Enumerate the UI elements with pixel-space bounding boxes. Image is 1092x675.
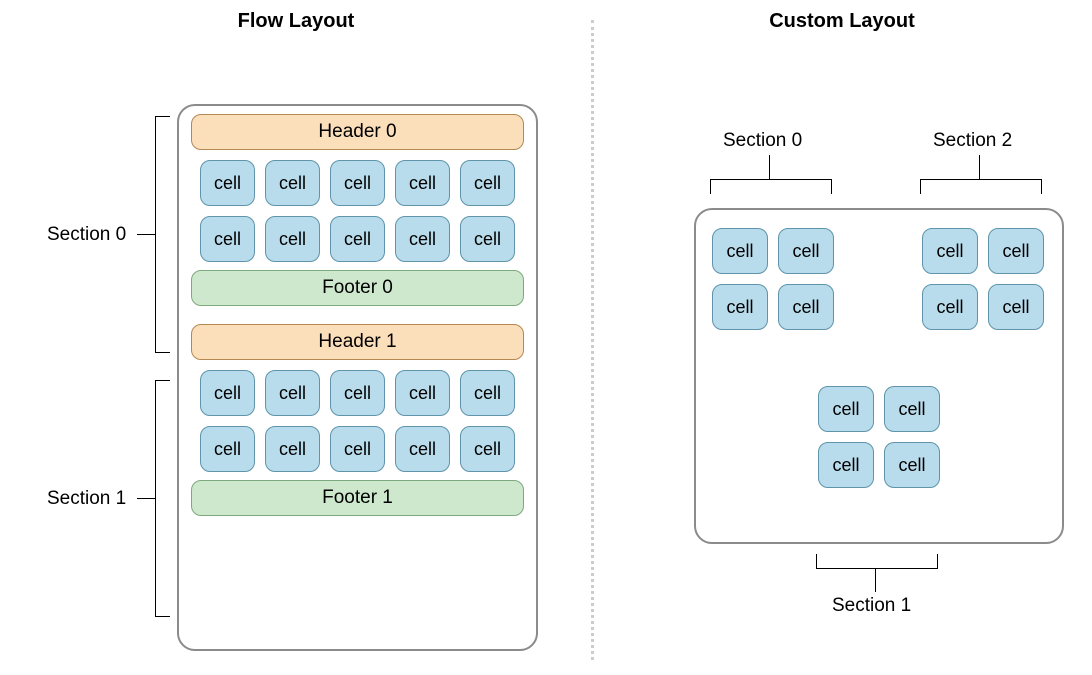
bracket-icon xyxy=(155,234,170,353)
cell: cell xyxy=(200,160,255,206)
custom-section-1: cell cell cell cell xyxy=(818,386,940,498)
cell: cell xyxy=(330,216,385,262)
cell: cell xyxy=(460,160,515,206)
bracket-stem xyxy=(979,155,980,179)
cell: cell xyxy=(460,216,515,262)
cell: cell xyxy=(922,228,978,274)
bracket-icon xyxy=(920,179,1042,194)
bracket-icon xyxy=(155,380,170,499)
table-row: cell cell xyxy=(818,442,940,488)
bracket-stem xyxy=(769,155,770,179)
cell: cell xyxy=(778,228,834,274)
flow-layout-title: Flow Layout xyxy=(0,10,592,33)
cell: cell xyxy=(200,370,255,416)
bracket-icon xyxy=(710,179,832,194)
cell: cell xyxy=(265,370,320,416)
cell: cell xyxy=(265,160,320,206)
cell: cell xyxy=(395,426,450,472)
section-1-label: Section 1 xyxy=(47,488,126,510)
table-row: cell cell cell cell cell xyxy=(200,216,515,262)
cell: cell xyxy=(395,160,450,206)
cell: cell xyxy=(922,284,978,330)
table-row: cell cell xyxy=(712,284,834,330)
table-row: cell cell xyxy=(922,228,1044,274)
cell: cell xyxy=(988,284,1044,330)
table-row: cell cell xyxy=(922,284,1044,330)
cell: cell xyxy=(818,386,874,432)
cell: cell xyxy=(988,228,1044,274)
cell: cell xyxy=(265,216,320,262)
cell: cell xyxy=(460,370,515,416)
bracket-icon xyxy=(816,554,938,569)
custom-layout-title: Custom Layout xyxy=(592,10,1092,33)
table-row: cell cell cell cell cell xyxy=(200,426,515,472)
cell: cell xyxy=(330,160,385,206)
header-1: Header 1 xyxy=(191,324,524,360)
cell: cell xyxy=(330,426,385,472)
cell: cell xyxy=(200,426,255,472)
cell: cell xyxy=(460,426,515,472)
footer-1: Footer 1 xyxy=(191,480,524,516)
custom-section-2: cell cell cell cell xyxy=(922,228,1044,340)
table-row: cell cell xyxy=(712,228,834,274)
table-row: cell cell xyxy=(818,386,940,432)
cell: cell xyxy=(330,370,385,416)
cell: cell xyxy=(395,370,450,416)
bracket-stem xyxy=(137,234,155,235)
custom-section-0: cell cell cell cell xyxy=(712,228,834,340)
bracket-icon xyxy=(155,116,170,235)
bracket-stem xyxy=(137,498,155,499)
header-0: Header 0 xyxy=(191,114,524,150)
table-row: cell cell cell cell cell xyxy=(200,370,515,416)
table-row: cell cell cell cell cell xyxy=(200,160,515,206)
cell: cell xyxy=(884,386,940,432)
bracket-stem xyxy=(875,568,876,592)
cell: cell xyxy=(712,284,768,330)
cell: cell xyxy=(712,228,768,274)
custom-section-1-label: Section 1 xyxy=(832,595,911,617)
bracket-icon xyxy=(155,498,170,617)
cell: cell xyxy=(395,216,450,262)
cell: cell xyxy=(200,216,255,262)
custom-section-2-label: Section 2 xyxy=(933,130,1012,152)
cell: cell xyxy=(778,284,834,330)
section-0-label: Section 0 xyxy=(47,224,126,246)
flow-layout-panel: Header 0 cell cell cell cell cell cell c… xyxy=(177,104,538,651)
vertical-divider xyxy=(591,20,594,660)
footer-0: Footer 0 xyxy=(191,270,524,306)
cell: cell xyxy=(818,442,874,488)
cell: cell xyxy=(265,426,320,472)
cell: cell xyxy=(884,442,940,488)
custom-section-0-label: Section 0 xyxy=(723,130,802,152)
